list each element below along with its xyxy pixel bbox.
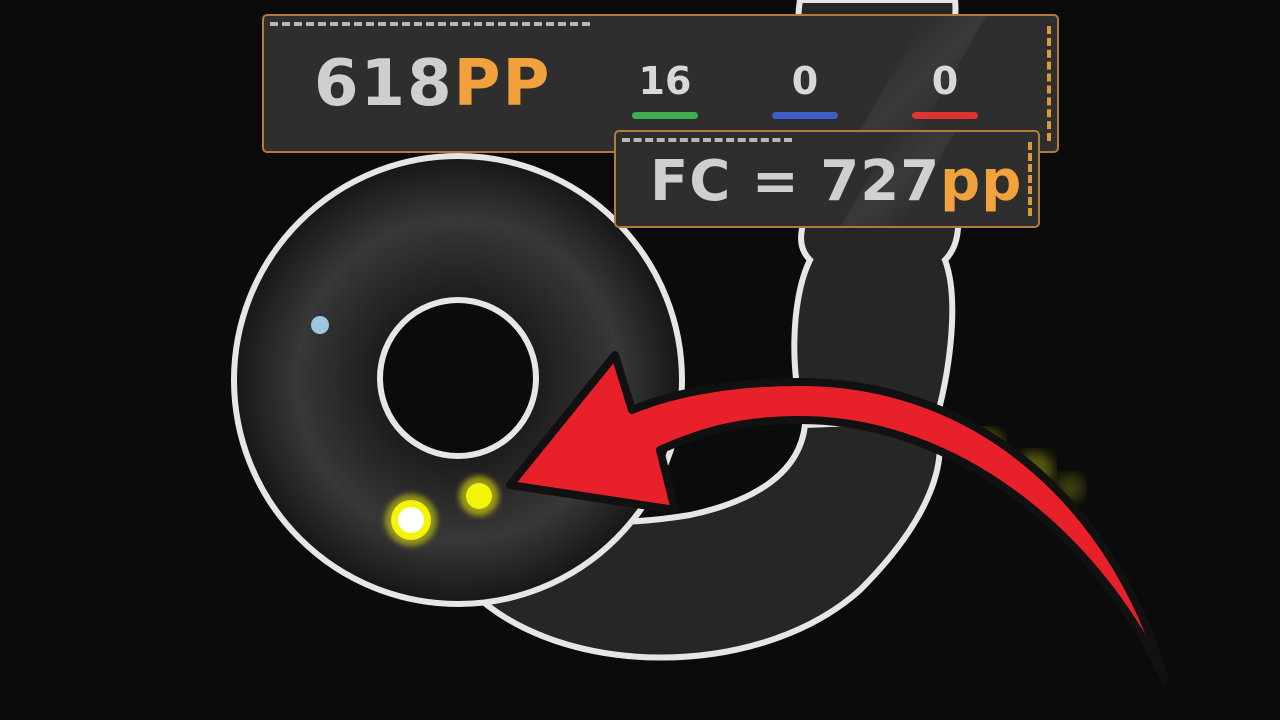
cursor bbox=[398, 507, 424, 533]
panel-dash-decoration bbox=[270, 22, 590, 26]
hit-count-300-value: 16 bbox=[638, 59, 692, 103]
hit-count-100-bar bbox=[772, 112, 838, 119]
fc-value: 727 bbox=[820, 149, 941, 214]
panel-dash-decoration bbox=[622, 138, 792, 142]
hit-count-300-bar bbox=[632, 112, 698, 119]
slider-ring-hole bbox=[377, 297, 539, 459]
fc-panel: FC = 727pp bbox=[614, 130, 1040, 228]
hit-count-300: 16 bbox=[630, 62, 700, 119]
panel-dash-decoration bbox=[1047, 26, 1051, 141]
fc-pp-label: FC = 727pp bbox=[650, 154, 1022, 210]
hit-count-100: 0 bbox=[770, 62, 840, 119]
hit-count-miss-bar bbox=[912, 112, 978, 119]
pp-value: 618 bbox=[314, 47, 454, 121]
hit-count-miss-value: 0 bbox=[931, 59, 959, 103]
slider-tick bbox=[311, 316, 329, 334]
slider-ball bbox=[466, 483, 492, 509]
hit-count-miss: 0 bbox=[910, 62, 980, 119]
fc-prefix: FC = bbox=[650, 149, 821, 214]
pp-unit: PP bbox=[453, 47, 552, 121]
fc-unit: pp bbox=[940, 149, 1023, 214]
hit-count-100-value: 0 bbox=[791, 59, 819, 103]
pp-counter: 618PP bbox=[314, 52, 551, 116]
panel-dash-decoration bbox=[1028, 142, 1032, 216]
